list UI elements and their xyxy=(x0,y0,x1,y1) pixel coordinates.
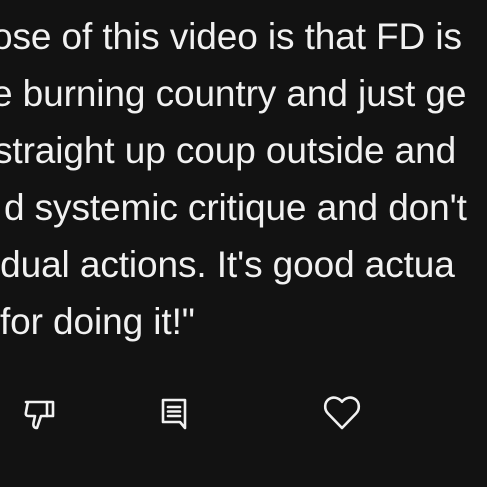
heart-icon xyxy=(323,396,361,430)
like-button[interactable] xyxy=(318,388,366,436)
comment-line: ose of this video is that FD is xyxy=(0,16,462,57)
comment-action-bar xyxy=(0,388,487,438)
comment-icon xyxy=(161,398,187,430)
thumbs-down-icon xyxy=(24,400,55,430)
reply-button[interactable] xyxy=(150,388,198,436)
comment-screen: ose of this video is that FD is e burnin… xyxy=(0,0,487,487)
comment-line: d systemic critique and don't xyxy=(4,187,467,228)
comment-line: idual actions. It's good actua xyxy=(0,244,455,285)
comment-line: for doing it!" xyxy=(0,301,195,342)
comment-body: ose of this video is that FD is e burnin… xyxy=(0,8,487,350)
comment-line: straight up coup outside and xyxy=(0,130,457,171)
comment-line: e burning country and just ge xyxy=(0,73,467,114)
dislike-button[interactable] xyxy=(16,388,64,436)
